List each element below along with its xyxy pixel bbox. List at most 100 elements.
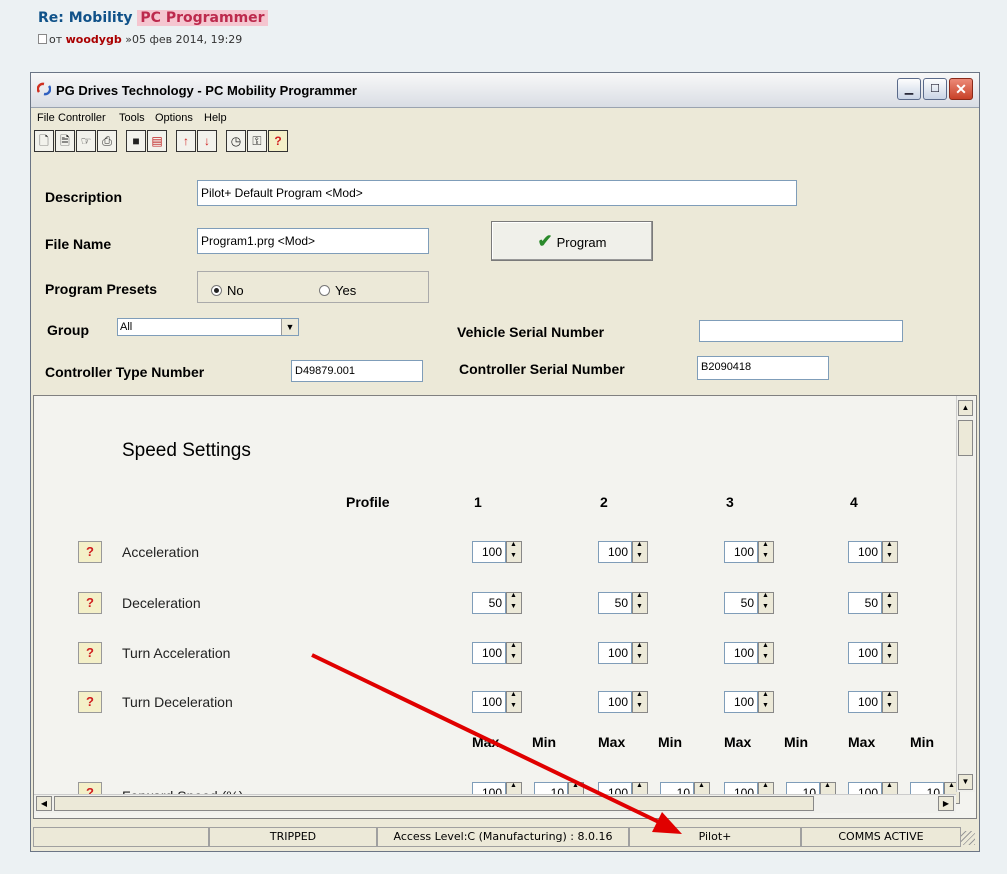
spin-arrows-icon[interactable] — [758, 541, 774, 563]
spin-arrows-icon[interactable] — [632, 691, 648, 713]
new-icon[interactable]: 🗋 — [34, 130, 54, 152]
spin-arrows-icon[interactable] — [506, 592, 522, 614]
status-segment-empty — [33, 827, 209, 847]
controller-type-field[interactable]: D49879.001 — [291, 360, 423, 382]
stepper-value[interactable]: 50 — [724, 592, 758, 614]
horizontal-scrollbar[interactable]: ◀ ▶ — [34, 794, 956, 813]
spin-arrows-icon[interactable] — [882, 541, 898, 563]
stepper-value[interactable]: 50 — [598, 592, 632, 614]
max-header-1: Max — [472, 734, 500, 750]
program-button[interactable]: ✔ Program — [491, 221, 653, 261]
stepper-value[interactable]: 100 — [598, 691, 632, 713]
scroll-left-icon[interactable]: ◀ — [36, 796, 52, 811]
spin-arrows-icon[interactable] — [506, 541, 522, 563]
description-field[interactable]: Pilot+ Default Program <Mod> — [197, 180, 797, 206]
deceleration-label: Deceleration — [122, 595, 201, 611]
scroll-up-icon[interactable]: ▲ — [958, 400, 973, 416]
profile-4-header: 4 — [850, 494, 858, 510]
spin-arrows-icon[interactable] — [882, 691, 898, 713]
preset-no-radio[interactable]: No — [211, 283, 244, 298]
controller-serial-label: Controller Serial Number — [459, 361, 625, 377]
stepper-value[interactable]: 50 — [848, 592, 882, 614]
status-model: Pilot+ — [629, 827, 801, 847]
scroll-right-icon[interactable]: ▶ — [938, 796, 954, 811]
deceleration-help-button[interactable]: ? — [78, 592, 102, 614]
stepper-value[interactable]: 100 — [848, 691, 882, 713]
title-bar[interactable]: PG Drives Technology - PC Mobility Progr… — [31, 73, 979, 108]
description-label: Description — [45, 189, 123, 205]
spin-arrows-icon[interactable] — [632, 541, 648, 563]
menu-options[interactable]: Options — [155, 112, 193, 124]
pg-drives-logo-icon — [37, 82, 51, 96]
stepper-value[interactable]: 100 — [472, 642, 506, 664]
post-author[interactable]: woodygb — [66, 33, 122, 46]
program-button-label: Program — [556, 235, 607, 250]
preset-yes-label: Yes — [335, 283, 357, 298]
menu-controller[interactable]: Controller — [58, 112, 106, 124]
clock-icon[interactable]: ◷ — [226, 130, 246, 152]
open-folder-icon[interactable]: ☞ — [76, 130, 96, 152]
profile-3-header: 3 — [726, 494, 734, 510]
horizontal-scroll-thumb[interactable] — [54, 796, 814, 811]
acceleration-help-button[interactable]: ? — [78, 541, 102, 563]
save-icon[interactable]: ■ — [126, 130, 146, 152]
profile-2-header: 2 — [600, 494, 608, 510]
post-meta-from: от — [49, 33, 63, 46]
help-icon[interactable]: ? — [268, 130, 288, 152]
stepper-value[interactable]: 100 — [848, 642, 882, 664]
spin-arrows-icon[interactable] — [758, 642, 774, 664]
stepper-value[interactable]: 100 — [848, 541, 882, 563]
menu-help[interactable]: Help — [204, 112, 227, 124]
spin-arrows-icon[interactable] — [882, 592, 898, 614]
lock-icon[interactable]: ⚿ — [247, 130, 267, 152]
menu-file[interactable]: File — [37, 112, 55, 124]
write-controller-icon[interactable]: ↓ — [197, 130, 217, 152]
vehicle-serial-label: Vehicle Serial Number — [457, 324, 605, 340]
vertical-scroll-thumb[interactable] — [958, 420, 973, 456]
spin-arrows-icon[interactable] — [506, 642, 522, 664]
spin-arrows-icon[interactable] — [882, 642, 898, 664]
open-icon[interactable]: 🗎 — [55, 130, 75, 152]
maximize-button[interactable]: ☐ — [923, 78, 947, 100]
group-select[interactable]: All ▼ — [117, 318, 299, 336]
acceleration-label: Acceleration — [122, 544, 200, 560]
spin-arrows-icon[interactable] — [758, 691, 774, 713]
spin-arrows-icon[interactable] — [506, 691, 522, 713]
read-controller-icon[interactable]: ↑ — [176, 130, 196, 152]
turn-acceleration-help-button[interactable]: ? — [78, 642, 102, 664]
close-button[interactable]: ✕ — [949, 78, 973, 100]
post-title[interactable]: Re: Mobility PC Programmer — [38, 10, 268, 26]
stepper-value[interactable]: 100 — [724, 642, 758, 664]
minimize-button[interactable]: ▁ — [897, 78, 921, 100]
radio-unselected-icon — [319, 285, 330, 296]
turn-acceleration-label: Turn Acceleration — [122, 645, 231, 661]
turn-deceleration-help-button[interactable]: ? — [78, 691, 102, 713]
stepper-value[interactable]: 100 — [724, 541, 758, 563]
spin-arrows-icon[interactable] — [632, 642, 648, 664]
menu-bar: File Controller Tools Options Help — [31, 108, 979, 128]
print-icon[interactable]: ⎙ — [97, 130, 117, 152]
status-tripped: TRIPPED — [209, 827, 377, 847]
vehicle-serial-field[interactable] — [699, 320, 903, 342]
stepper-value[interactable]: 100 — [472, 691, 506, 713]
stepper-value[interactable]: 100 — [598, 642, 632, 664]
stepper-value[interactable]: 100 — [724, 691, 758, 713]
controller-serial-field[interactable]: B2090418 — [697, 356, 829, 380]
window-title: PG Drives Technology - PC Mobility Progr… — [56, 83, 357, 98]
vertical-scrollbar[interactable]: ▲ ▼ — [956, 396, 975, 792]
scroll-down-icon[interactable]: ▼ — [958, 774, 973, 790]
spin-arrows-icon[interactable] — [632, 592, 648, 614]
stepper-value[interactable]: 100 — [472, 541, 506, 563]
chevron-down-icon[interactable]: ▼ — [281, 319, 298, 335]
resize-grip-icon[interactable] — [961, 831, 975, 845]
radio-selected-icon — [211, 285, 222, 296]
file-name-field[interactable]: Program1.prg <Mod> — [197, 228, 429, 254]
stepper-value[interactable]: 50 — [472, 592, 506, 614]
status-comms: COMMS ACTIVE — [801, 827, 961, 847]
stepper-value[interactable]: 100 — [598, 541, 632, 563]
menu-tools[interactable]: Tools — [119, 112, 145, 124]
spin-arrows-icon[interactable] — [758, 592, 774, 614]
min-header-4: Min — [910, 734, 935, 750]
preset-yes-radio[interactable]: Yes — [319, 283, 356, 298]
save-as-icon[interactable]: ▤ — [147, 130, 167, 152]
